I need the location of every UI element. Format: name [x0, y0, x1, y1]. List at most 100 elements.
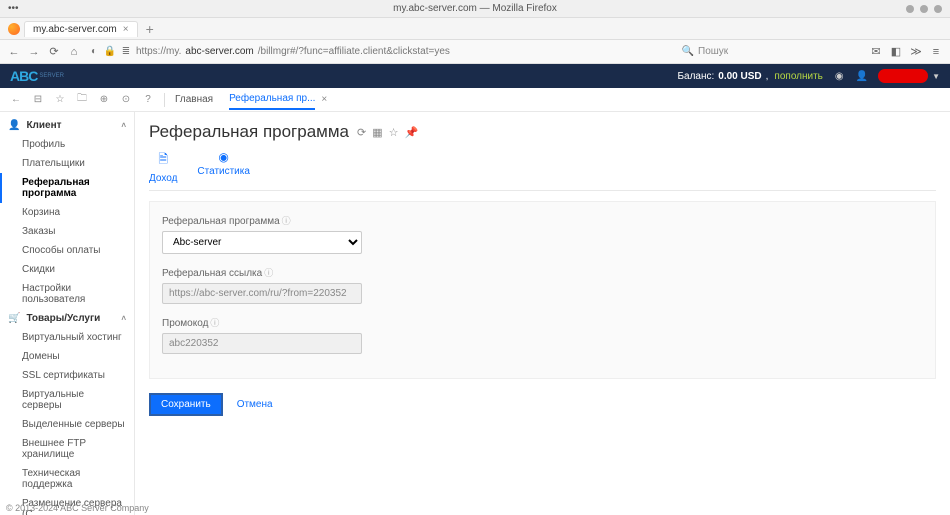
link-input[interactable] [162, 283, 362, 304]
balance-label: Баланс: [677, 71, 714, 82]
sidebar-item-cart[interactable]: Корзина [0, 203, 134, 222]
form-panel: Реферальная программаⓘ Abc-server Рефера… [149, 201, 936, 379]
subtab-income[interactable]: 🗎 Доход [149, 150, 177, 184]
menu-dots-icon: ••• [8, 3, 19, 14]
shield-icon: ◐ [88, 46, 100, 58]
link-label: Реферальная ссылкаⓘ [162, 266, 923, 279]
help-icon[interactable]: ⓘ [264, 268, 273, 278]
os-titlebar: ••• my.abc-server.com — Mozilla Firefox [0, 0, 950, 18]
tab-title: my.abc-server.com [33, 24, 117, 35]
help-icon[interactable]: ⓘ [210, 318, 219, 328]
new-tab-button[interactable]: + [142, 21, 158, 37]
sidebar-item-dedicated[interactable]: Выделенные серверы [0, 415, 134, 434]
browser-tabstrip: my.abc-server.com × + [0, 18, 950, 40]
app-header: ABC SERVER Баланс: 0.00 USD, пополнить ◉… [0, 64, 950, 88]
back-icon[interactable]: ← [8, 46, 20, 58]
back-arrow-icon[interactable]: ← [10, 94, 22, 106]
briefcase-icon[interactable]: 🗀 [76, 94, 88, 106]
sidebar-item-orders[interactable]: Заказы [0, 222, 134, 241]
footer-copyright: © 2013-2024 ABC Server Company [6, 503, 149, 513]
sidebar-item-profile[interactable]: Профиль [0, 135, 134, 154]
url-prefix: https://my. [136, 46, 181, 57]
sidebar-item-payment-methods[interactable]: Способы оплаты [0, 241, 134, 260]
user-icon[interactable]: 👤 [856, 71, 868, 82]
sidebar-item-user-settings[interactable]: Настройки пользователя [0, 279, 134, 309]
tree-icon[interactable]: ⊟ [32, 94, 44, 106]
close-tab-x-icon[interactable]: × [321, 94, 327, 105]
search-sm-icon[interactable]: ⊙ [120, 94, 132, 106]
sidebar-item-payers[interactable]: Плательщики [0, 154, 134, 173]
browser-tab[interactable]: my.abc-server.com × [24, 21, 138, 37]
logo-subtitle: SERVER [39, 73, 64, 79]
sidebar-item-referral[interactable]: Реферальная программа [0, 173, 134, 203]
lock-icon: 🔒 [104, 46, 116, 58]
url-field[interactable]: ◐ 🔒 ≣ https://my. abc-server.com/billmgr#… [88, 46, 674, 58]
user-group-icon: 👤 [8, 120, 20, 131]
field-promo: Промокодⓘ [162, 316, 923, 354]
mail-icon[interactable]: ✉ [870, 46, 882, 58]
balance-display: Баланс: 0.00 USD, пополнить [677, 71, 822, 82]
sidebar-item-ssl[interactable]: SSL сертификаты [0, 366, 134, 385]
refresh-icon[interactable]: ⟳ [357, 126, 366, 139]
pin-icon[interactable]: 📌 [405, 126, 419, 139]
star-icon[interactable]: ☆ [54, 94, 66, 106]
chevron-down-icon[interactable]: ▼ [932, 72, 940, 81]
browser-search[interactable]: 🔍 Пошук [682, 46, 862, 58]
field-link: Реферальная ссылкаⓘ [162, 266, 923, 304]
field-program: Реферальная программаⓘ Abc-server [162, 214, 923, 254]
star-fav-icon[interactable]: ☆ [389, 126, 399, 139]
url-host: abc-server.com [185, 46, 253, 57]
help-icon[interactable]: ? [142, 94, 154, 106]
overflow-icon[interactable]: ≫ [910, 46, 922, 58]
user-name-redacted[interactable] [878, 69, 928, 83]
tab-referral[interactable]: Реферальная пр... [229, 89, 315, 110]
extension-icon[interactable]: ◧ [890, 46, 902, 58]
promo-input[interactable] [162, 333, 362, 354]
program-select[interactable]: Abc-server [162, 231, 362, 254]
window-max-icon[interactable] [920, 5, 928, 13]
program-label: Реферальная программаⓘ [162, 214, 923, 227]
page-title: Реферальная программа [149, 122, 349, 142]
permission-icon: ≣ [120, 46, 132, 58]
window-min-icon[interactable] [906, 5, 914, 13]
window-close-icon[interactable] [934, 5, 942, 13]
divider [164, 93, 165, 107]
url-path: /billmgr#/?func=affiliate.client&clickst… [258, 46, 450, 57]
tab-main[interactable]: Главная [175, 90, 213, 109]
help-icon[interactable]: ⓘ [282, 216, 291, 226]
search-icon: 🔍 [682, 46, 694, 58]
browser-urlbar: ← → ⟳ ⌂ ◐ 🔒 ≣ https://my. abc-server.com /… [0, 40, 950, 64]
balance-value: 0.00 USD [718, 71, 761, 82]
sub-toolbar: ← ⊟ ☆ 🗀 ⊕ ⊙ ? Главная Реферальная пр... … [0, 88, 950, 112]
sidebar-item-domains[interactable]: Домены [0, 347, 134, 366]
sidebar-group-products[interactable]: 🛒 Товары/Услуги ˄ [0, 309, 134, 328]
income-icon: 🗎 [158, 150, 168, 171]
sidebar-item-ftp[interactable]: Внешнее FTP хранилище [0, 434, 134, 464]
forward-icon[interactable]: → [28, 46, 40, 58]
support-icon[interactable]: ◉ [835, 71, 844, 82]
chevron-up-icon: ˄ [121, 314, 126, 323]
subtab-stats[interactable]: ◉ Статистика [197, 150, 250, 184]
sidebar-item-support[interactable]: Техническая поддержка [0, 464, 134, 494]
plus-icon[interactable]: ⊕ [98, 94, 110, 106]
search-placeholder: Пошук [698, 46, 728, 57]
sidebar-item-vps[interactable]: Виртуальные серверы [0, 385, 134, 415]
grid-icon[interactable]: ▦ [372, 126, 382, 139]
reload-icon[interactable]: ⟳ [48, 46, 60, 58]
topup-link[interactable]: пополнить [774, 71, 822, 82]
close-tab-icon[interactable]: × [123, 24, 129, 35]
logo[interactable]: ABC [10, 68, 37, 84]
sidebar-group-client[interactable]: 👤 Клиент ˄ [0, 116, 134, 135]
home-icon[interactable]: ⌂ [68, 46, 80, 58]
save-button[interactable]: Сохранить [149, 393, 223, 416]
window-title: my.abc-server.com — Mozilla Firefox [393, 3, 557, 14]
sidebar-item-vhosting[interactable]: Виртуальный хостинг [0, 328, 134, 347]
firefox-icon [8, 23, 20, 35]
sidebar-item-discounts[interactable]: Скидки [0, 260, 134, 279]
sidebar: 👤 Клиент ˄ Профиль Плательщики Реферальн… [0, 112, 135, 515]
page-subtabs: 🗎 Доход ◉ Статистика [149, 150, 936, 191]
main-content: Реферальная программа ⟳ ▦ ☆ 📌 🗎 Доход ◉ … [135, 112, 950, 515]
cancel-link[interactable]: Отмена [237, 399, 273, 410]
chevron-up-icon: ˄ [121, 121, 126, 130]
menu-icon[interactable]: ≡ [930, 46, 942, 58]
